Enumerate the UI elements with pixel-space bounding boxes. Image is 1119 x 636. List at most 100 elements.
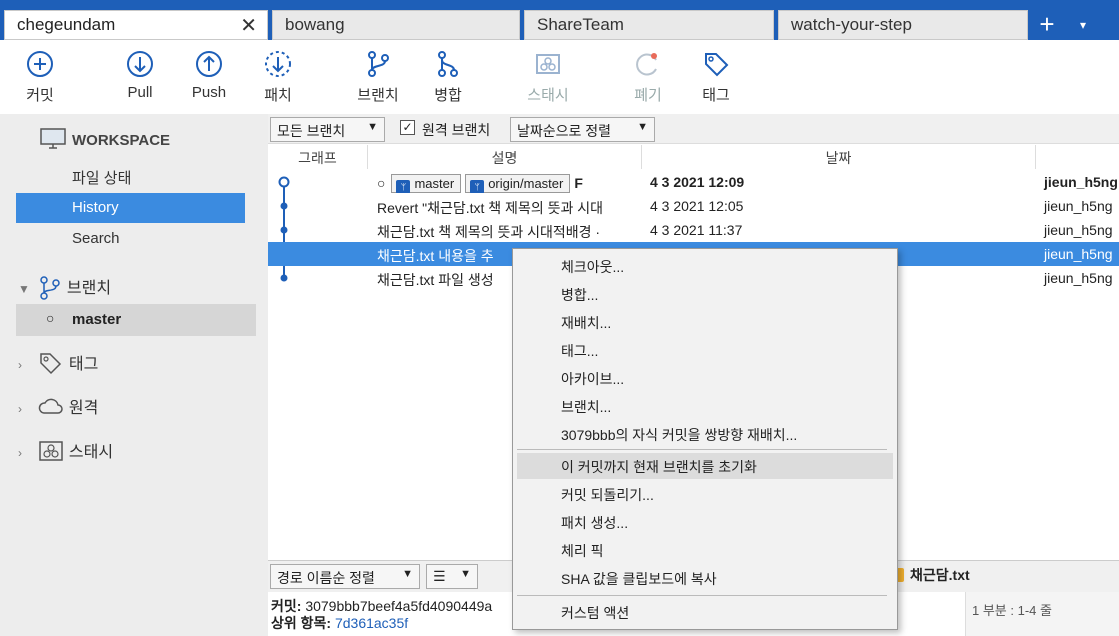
- patch-button[interactable]: 패치: [248, 50, 308, 105]
- chevron-right-icon: ›: [18, 446, 22, 460]
- branch-button[interactable]: 브랜치: [348, 50, 408, 105]
- menu-item-tag[interactable]: 태그...: [517, 337, 893, 363]
- plus-circle-icon: [27, 51, 53, 77]
- tab-label: watch-your-step: [791, 15, 912, 34]
- commit-author: jieun_h5ng: [1044, 246, 1113, 262]
- discard-button[interactable]: 폐기: [618, 50, 678, 105]
- tab-shareteam[interactable]: ShareTeam: [524, 10, 774, 40]
- menu-item-custom-actions[interactable]: 커스텀 액션: [517, 599, 893, 625]
- diff-file-header: 채근담.txt: [890, 565, 970, 585]
- patch-icon: [265, 51, 291, 77]
- sidebar-section-stashes[interactable]: › 스태시: [18, 438, 113, 462]
- menu-item-merge[interactable]: 병합...: [517, 281, 893, 307]
- menu-item-create-patch[interactable]: 패치 생성...: [517, 509, 893, 535]
- menu-item-reverse-commit[interactable]: 커밋 되돌리기...: [517, 481, 893, 507]
- branch-filter-dropdown[interactable]: 모든 브랜치 ▼: [270, 117, 385, 142]
- tag-button[interactable]: 태그: [686, 50, 746, 105]
- commit-author: jieun_h5ng: [1044, 222, 1113, 238]
- commit-author: jieun_h5ng: [1044, 174, 1118, 190]
- head-indicator-icon: ○: [377, 175, 386, 191]
- table-row[interactable]: 채근담.txt 책 제목의 뜻과 시대적배경 · 4 3 2021 11:37 …: [268, 218, 1119, 242]
- column-header-graph[interactable]: 그래프: [268, 145, 368, 169]
- menu-separator: [517, 595, 887, 596]
- arrow-down-circle-icon: [127, 51, 153, 77]
- tab-label: ShareTeam: [537, 15, 624, 34]
- remote-branches-checkbox[interactable]: ✓: [400, 120, 415, 135]
- parent-sha-link[interactable]: 7d361ac35f: [335, 615, 408, 631]
- tab-watch-your-step[interactable]: watch-your-step: [778, 10, 1028, 40]
- stashes-label: 스태시: [68, 444, 114, 461]
- column-header-description[interactable]: 설명: [368, 145, 642, 169]
- branch-filter-value: 모든 브랜치: [277, 123, 346, 139]
- menu-item-reset-branch[interactable]: 이 커밋까지 현재 브랜치를 초기화: [517, 453, 893, 479]
- commit-date: 4 3 2021 12:09: [650, 174, 745, 190]
- hunk-header: 1 부분 : 1-4 줄: [972, 603, 1052, 618]
- commit-date: 4 3 2021 12:05: [650, 198, 744, 214]
- table-row[interactable]: Revert "채근담.txt 책 제목의 뜻과 시대 4 3 2021 12:…: [268, 194, 1119, 218]
- discard-icon: [636, 53, 657, 76]
- tab-bowang[interactable]: bowang: [272, 10, 520, 40]
- sidebar-item-history[interactable]: History: [16, 193, 245, 223]
- branch-icon: [40, 276, 61, 300]
- branch-label: 브랜치: [357, 87, 399, 104]
- sidebar-item-master[interactable]: ○ master: [16, 304, 256, 336]
- menu-item-archive[interactable]: 아카이브...: [517, 365, 893, 391]
- commit-author: jieun_h5ng: [1044, 270, 1113, 286]
- column-header-author[interactable]: [1036, 145, 1119, 169]
- sidebar-item-file-status[interactable]: 파일 상태: [16, 161, 245, 191]
- merge-icon: [438, 51, 458, 77]
- history-filter-bar: 모든 브랜치 ▼ ✓ 원격 브랜치 날짜순으로 정렬 ▼: [268, 114, 1119, 144]
- merge-button[interactable]: 병합: [418, 50, 478, 105]
- tab-label: bowang: [285, 15, 345, 34]
- column-header-date[interactable]: 날짜: [642, 145, 1036, 169]
- menu-item-copy-sha[interactable]: SHA 값을 클립보드에 복사: [517, 565, 893, 591]
- chevron-down-icon: ▼: [460, 568, 471, 580]
- add-tab-icon[interactable]: +: [1034, 11, 1060, 38]
- stash-icon: [536, 54, 560, 74]
- menu-item-branch[interactable]: 브랜치...: [517, 393, 893, 419]
- merge-label: 병합: [434, 87, 462, 104]
- menu-item-interactive-rebase[interactable]: 3079bbb의 자식 커밋을 쌍방향 재배치...: [517, 421, 893, 447]
- sidebar-item-search[interactable]: Search: [16, 224, 245, 254]
- push-button[interactable]: Push: [179, 50, 239, 101]
- commit-sha[interactable]: 3079bbb7beef4a5fd4090449a: [305, 598, 492, 614]
- table-row[interactable]: ○ ᛘ master ᛘ origin/master F 4 3 2021 12:09 j…: [268, 170, 1119, 194]
- branch-icon: ᛘ: [396, 180, 411, 193]
- sidebar-section-tags[interactable]: › 태그: [18, 350, 98, 375]
- diff-file-name: 채근담.txt: [910, 567, 970, 583]
- context-menu: 체크아웃... 병합... 재배치... 태그... 아카이브... 브랜치..…: [512, 248, 898, 630]
- commit-date: 4 3 2021 11:37: [650, 222, 743, 238]
- commit-author: jieun_h5ng: [1044, 198, 1113, 214]
- close-icon[interactable]: ✕: [240, 13, 257, 38]
- tags-label: 태그: [68, 356, 99, 373]
- parent-label: 상위 항목:: [271, 615, 332, 631]
- badge-label: master: [414, 176, 455, 191]
- tab-chegeundam[interactable]: chegeundam ✕: [4, 10, 268, 40]
- menu-item-cherry-pick[interactable]: 체리 픽: [517, 537, 893, 563]
- file-sort-dropdown[interactable]: 경로 이름순 정렬 ▼: [270, 564, 420, 589]
- current-branch-icon: ○: [46, 310, 55, 326]
- chevron-right-icon: ›: [18, 402, 22, 416]
- sidebar-section-remotes[interactable]: › 원격: [18, 394, 98, 418]
- diff-pane: 1 부분 : 1-4 줄: [965, 592, 1119, 636]
- commit-message: F: [574, 175, 583, 191]
- commit-label: 커밋: [26, 87, 54, 104]
- menu-separator: [517, 449, 887, 450]
- remotes-label: 원격: [68, 400, 99, 417]
- menu-item-rebase[interactable]: 재배치...: [517, 309, 893, 335]
- commit-description: Revert "채근담.txt 책 제목의 뜻과 시대: [377, 200, 604, 216]
- discard-label: 폐기: [634, 87, 662, 104]
- sort-order-dropdown[interactable]: 날짜순으로 정렬 ▼: [510, 117, 655, 142]
- stash-button[interactable]: 스태시: [518, 50, 578, 105]
- monitor-icon: [40, 128, 66, 149]
- tab-label: chegeundam: [17, 15, 116, 34]
- view-mode-dropdown[interactable]: ☰ ▼: [426, 564, 478, 589]
- chevron-down-icon[interactable]: ▾: [1074, 18, 1092, 36]
- menu-item-checkout[interactable]: 체크아웃...: [517, 253, 893, 279]
- pull-button[interactable]: Pull: [110, 50, 170, 101]
- commit-description: ○ ᛘ master ᛘ origin/master F: [377, 174, 639, 193]
- sidebar-section-branches[interactable]: ▼ 브랜치: [18, 274, 111, 301]
- workspace-heading: WORKSPACE: [72, 132, 171, 149]
- commit-button[interactable]: 커밋: [10, 50, 70, 105]
- patch-label: 패치: [264, 87, 292, 104]
